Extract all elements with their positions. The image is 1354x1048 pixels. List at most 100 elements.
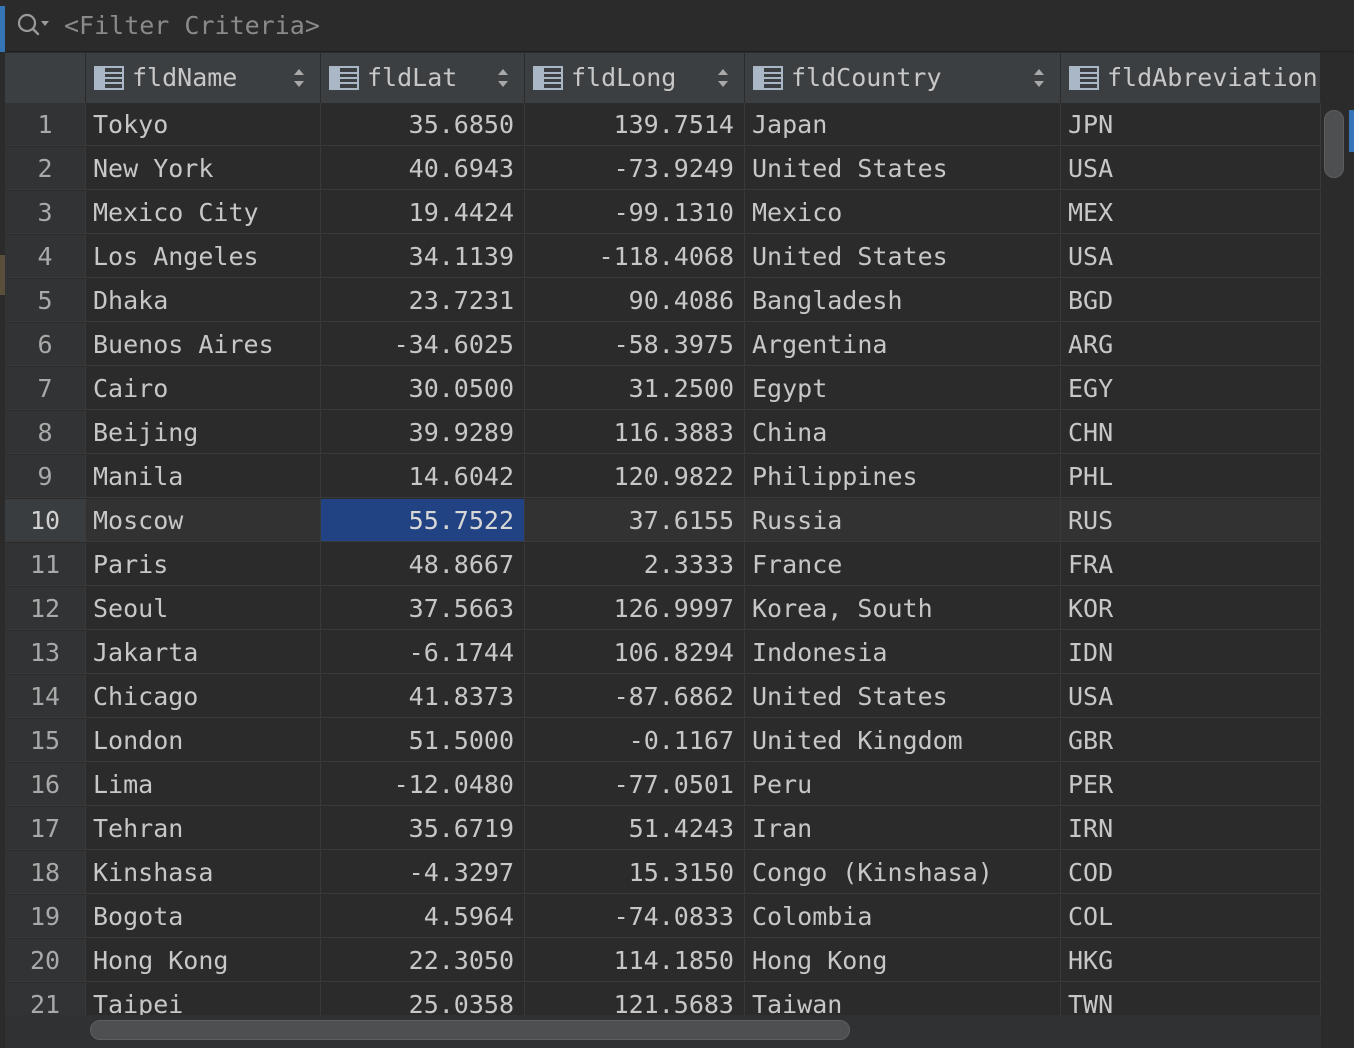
cell-fldCountry[interactable]: Peru	[745, 763, 1061, 806]
table-row[interactable]: 12 Seoul 37.5663 126.9997 Korea, South KOR	[5, 587, 1321, 631]
cell-fldName[interactable]: Dhaka	[86, 279, 321, 322]
cell-fldName[interactable]: Cairo	[86, 367, 321, 410]
cell-fldLat[interactable]: 55.7522	[321, 499, 525, 542]
table-row[interactable]: 5 Dhaka 23.7231 90.4086 Bangladesh BGD	[5, 279, 1321, 323]
row-number[interactable]: 7	[5, 367, 86, 410]
cell-fldLat[interactable]: 41.8373	[321, 675, 525, 718]
table-row[interactable]: 14 Chicago 41.8373 -87.6862 United States USA	[5, 675, 1321, 719]
cell-fldAbreviation[interactable]: ARG	[1061, 323, 1321, 366]
row-number[interactable]: 17	[5, 807, 86, 850]
cell-fldLat[interactable]: -6.1744	[321, 631, 525, 674]
cell-fldCountry[interactable]: Philippines	[745, 455, 1061, 498]
cell-fldLat[interactable]: 40.6943	[321, 147, 525, 190]
cell-fldLong[interactable]: -99.1310	[525, 191, 745, 234]
cell-fldName[interactable]: London	[86, 719, 321, 762]
cell-fldLat[interactable]: 37.5663	[321, 587, 525, 630]
cell-fldAbreviation[interactable]: USA	[1061, 675, 1321, 718]
cell-fldAbreviation[interactable]: IRN	[1061, 807, 1321, 850]
cell-fldAbreviation[interactable]: PHL	[1061, 455, 1321, 498]
cell-fldLat[interactable]: 14.6042	[321, 455, 525, 498]
cell-fldLat[interactable]: 23.7231	[321, 279, 525, 322]
cell-fldLong[interactable]: -77.0501	[525, 763, 745, 806]
cell-fldLong[interactable]: 116.3883	[525, 411, 745, 454]
table-row[interactable]: 7 Cairo 30.0500 31.2500 Egypt EGY	[5, 367, 1321, 411]
row-number[interactable]: 6	[5, 323, 86, 366]
row-number[interactable]: 9	[5, 455, 86, 498]
table-row[interactable]: 15 London 51.5000 -0.1167 United Kingdom GBR	[5, 719, 1321, 763]
table-row[interactable]: 8 Beijing 39.9289 116.3883 China CHN	[5, 411, 1321, 455]
table-row[interactable]: 3 Mexico City 19.4424 -99.1310 Mexico MEX	[5, 191, 1321, 235]
cell-fldCountry[interactable]: United States	[745, 675, 1061, 718]
row-number[interactable]: 15	[5, 719, 86, 762]
sort-arrows-icon[interactable]	[496, 67, 510, 89]
column-header-fldAbreviation[interactable]: fldAbreviation	[1061, 53, 1321, 103]
cell-fldAbreviation[interactable]: USA	[1061, 147, 1321, 190]
cell-fldCountry[interactable]: Egypt	[745, 367, 1061, 410]
cell-fldAbreviation[interactable]: TWN	[1061, 983, 1321, 1015]
cell-fldAbreviation[interactable]: RUS	[1061, 499, 1321, 542]
cell-fldCountry[interactable]: Russia	[745, 499, 1061, 542]
table-row[interactable]: 10 Moscow 55.7522 37.6155 Russia RUS	[5, 499, 1321, 543]
table-row[interactable]: 20 Hong Kong 22.3050 114.1850 Hong Kong HKG	[5, 939, 1321, 983]
row-number[interactable]: 3	[5, 191, 86, 234]
cell-fldCountry[interactable]: Iran	[745, 807, 1061, 850]
row-number[interactable]: 8	[5, 411, 86, 454]
cell-fldCountry[interactable]: Hong Kong	[745, 939, 1061, 982]
cell-fldAbreviation[interactable]: USA	[1061, 235, 1321, 278]
cell-fldName[interactable]: Tehran	[86, 807, 321, 850]
row-number[interactable]: 12	[5, 587, 86, 630]
sort-arrows-icon[interactable]	[716, 67, 730, 89]
cell-fldLong[interactable]: 139.7514	[525, 103, 745, 146]
cell-fldName[interactable]: Manila	[86, 455, 321, 498]
row-number[interactable]: 20	[5, 939, 86, 982]
cell-fldAbreviation[interactable]: MEX	[1061, 191, 1321, 234]
cell-fldAbreviation[interactable]: FRA	[1061, 543, 1321, 586]
cell-fldAbreviation[interactable]: COD	[1061, 851, 1321, 894]
cell-fldCountry[interactable]: Japan	[745, 103, 1061, 146]
row-number[interactable]: 13	[5, 631, 86, 674]
cell-fldLat[interactable]: 30.0500	[321, 367, 525, 410]
cell-fldAbreviation[interactable]: CHN	[1061, 411, 1321, 454]
vertical-scroll-thumb[interactable]	[1324, 110, 1344, 178]
cell-fldCountry[interactable]: Bangladesh	[745, 279, 1061, 322]
cell-fldLat[interactable]: 25.0358	[321, 983, 525, 1015]
cell-fldLat[interactable]: 34.1139	[321, 235, 525, 278]
cell-fldName[interactable]: Hong Kong	[86, 939, 321, 982]
cell-fldLong[interactable]: 51.4243	[525, 807, 745, 850]
table-row[interactable]: 17 Tehran 35.6719 51.4243 Iran IRN	[5, 807, 1321, 851]
cell-fldName[interactable]: Kinshasa	[86, 851, 321, 894]
cell-fldLat[interactable]: -34.6025	[321, 323, 525, 366]
table-row[interactable]: 4 Los Angeles 34.1139 -118.4068 United State…	[5, 235, 1321, 279]
table-row[interactable]: 2 New York 40.6943 -73.9249 United States USA	[5, 147, 1321, 191]
cell-fldName[interactable]: Buenos Aires	[86, 323, 321, 366]
cell-fldAbreviation[interactable]: HKG	[1061, 939, 1321, 982]
sort-arrows-icon[interactable]	[1032, 67, 1046, 89]
row-number[interactable]: 16	[5, 763, 86, 806]
cell-fldLat[interactable]: 35.6719	[321, 807, 525, 850]
cell-fldName[interactable]: Jakarta	[86, 631, 321, 674]
cell-fldLong[interactable]: -58.3975	[525, 323, 745, 366]
cell-fldCountry[interactable]: China	[745, 411, 1061, 454]
table-row[interactable]: 18 Kinshasa -4.3297 15.3150 Congo (Kinshasa)…	[5, 851, 1321, 895]
horizontal-scroll-thumb[interactable]	[90, 1020, 850, 1040]
cell-fldCountry[interactable]: Argentina	[745, 323, 1061, 366]
row-number[interactable]: 19	[5, 895, 86, 938]
cell-fldLong[interactable]: -87.6862	[525, 675, 745, 718]
cell-fldAbreviation[interactable]: KOR	[1061, 587, 1321, 630]
cell-fldCountry[interactable]: Mexico	[745, 191, 1061, 234]
cell-fldLong[interactable]: 106.8294	[525, 631, 745, 674]
search-filter-icon[interactable]	[16, 12, 52, 38]
cell-fldLong[interactable]: 114.1850	[525, 939, 745, 982]
cell-fldCountry[interactable]: Korea, South	[745, 587, 1061, 630]
cell-fldLong[interactable]: 31.2500	[525, 367, 745, 410]
cell-fldAbreviation[interactable]: PER	[1061, 763, 1321, 806]
cell-fldName[interactable]: Taipei	[86, 983, 321, 1015]
table-row[interactable]: 13 Jakarta -6.1744 106.8294 Indonesia IDN	[5, 631, 1321, 675]
cell-fldLong[interactable]: -0.1167	[525, 719, 745, 762]
cell-fldName[interactable]: New York	[86, 147, 321, 190]
cell-fldLong[interactable]: 126.9997	[525, 587, 745, 630]
cell-fldLong[interactable]: -74.0833	[525, 895, 745, 938]
row-number[interactable]: 14	[5, 675, 86, 718]
column-header-fldName[interactable]: fldName	[86, 53, 321, 103]
cell-fldLat[interactable]: 4.5964	[321, 895, 525, 938]
